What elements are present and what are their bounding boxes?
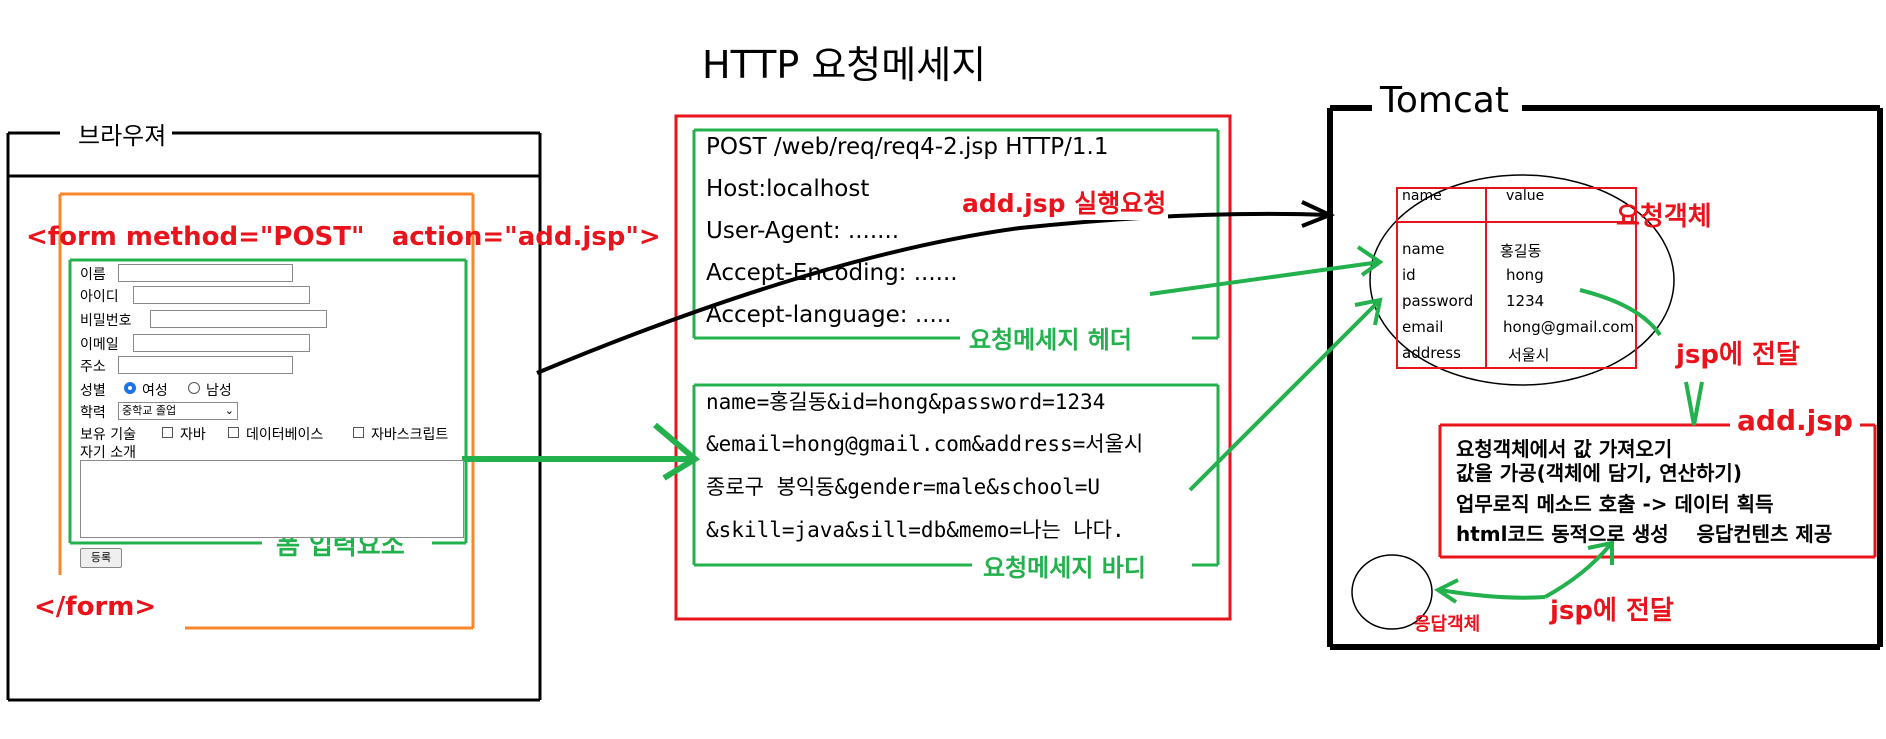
table-row-value: 1234 bbox=[1506, 292, 1545, 310]
male-label: 남성 bbox=[206, 383, 232, 399]
body-label: 요청메세지 바디 bbox=[980, 548, 1149, 583]
table-row-key: address bbox=[1402, 344, 1461, 362]
java-label: 자바 bbox=[180, 427, 206, 443]
body-line: 종로구 봉익동&gender=male&school=U bbox=[706, 475, 1101, 499]
email-input[interactable] bbox=[133, 334, 310, 352]
table-row-key: password bbox=[1402, 292, 1474, 310]
browser-title: 브라우져 bbox=[72, 116, 173, 151]
body-line: &skill=java&sill=db&memo=나는 나다. bbox=[706, 518, 1125, 542]
table-row-key: email bbox=[1402, 318, 1444, 336]
intro-textarea[interactable] bbox=[80, 460, 464, 538]
header-label: 요청메세지 헤더 bbox=[966, 320, 1135, 355]
table-row-value: hong@gmail.com bbox=[1503, 318, 1635, 336]
table-row-value: 서울시 bbox=[1508, 346, 1550, 364]
school-label: 학력 bbox=[80, 405, 106, 421]
form-close-tag: </form> bbox=[34, 592, 157, 622]
table-row-key: id bbox=[1402, 266, 1416, 284]
school-select-value: 중학교 졸업 bbox=[122, 404, 177, 417]
name-input[interactable] bbox=[118, 264, 293, 282]
addjsp-line: 값을 가공(객체에 담기, 연산하기) bbox=[1456, 461, 1742, 485]
gender-label: 성별 bbox=[80, 383, 106, 399]
table-header-name: name bbox=[1402, 188, 1442, 204]
addjsp-line: html코드 동적으로 생성 응답컨텐츠 제공 bbox=[1456, 522, 1833, 546]
body-line: &email=hong@gmail.com&address=서울시 bbox=[706, 432, 1144, 456]
header-line: Accept-language: ..... bbox=[706, 302, 952, 328]
header-to-request-arrow bbox=[1149, 260, 1381, 296]
java-checkbox[interactable] bbox=[162, 427, 173, 438]
address-label: 주소 bbox=[80, 359, 106, 375]
table-row-value: 홍길동 bbox=[1500, 242, 1542, 260]
id-label: 아이디 bbox=[80, 289, 119, 305]
school-select[interactable]: 중학교 졸업 ⌄ bbox=[118, 402, 238, 420]
male-radio[interactable] bbox=[188, 382, 200, 394]
addjsp-label: add.jsp bbox=[1734, 404, 1856, 437]
pass-label-2: jsp에 전달 bbox=[1550, 596, 1674, 626]
js-label: 자바스크립트 bbox=[371, 427, 449, 443]
table-row-key: name bbox=[1402, 240, 1445, 258]
db-label: 데이터베이스 bbox=[246, 427, 324, 443]
tomcat-title: Tomcat bbox=[1376, 80, 1513, 121]
header-line: Host:localhost bbox=[706, 176, 870, 202]
body-line: name=홍길동&id=hong&password=1234 bbox=[706, 390, 1106, 414]
run-request-label: add.jsp 실행요청 bbox=[960, 184, 1169, 220]
table-header-value: value bbox=[1506, 188, 1545, 204]
email-label: 이메일 bbox=[80, 337, 119, 353]
submit-button[interactable]: 등록 bbox=[80, 548, 122, 568]
female-label: 여성 bbox=[142, 383, 168, 399]
chevron-down-icon: ⌄ bbox=[224, 404, 234, 417]
db-checkbox[interactable] bbox=[228, 427, 239, 438]
pass-label-1: jsp에 전달 bbox=[1676, 340, 1800, 370]
header-line: User-Agent: ....... bbox=[706, 218, 900, 244]
addjsp-line: 업무로직 메소드 호출 -> 데이터 획득 bbox=[1456, 492, 1774, 516]
password-input[interactable] bbox=[150, 310, 327, 328]
request-object-label: 요청객체 bbox=[1616, 202, 1712, 232]
js-checkbox[interactable] bbox=[353, 427, 364, 438]
id-input[interactable] bbox=[133, 286, 310, 304]
name-label: 이름 bbox=[80, 267, 106, 283]
table-row-value: hong bbox=[1506, 266, 1544, 284]
address-input[interactable] bbox=[118, 356, 293, 374]
female-radio[interactable] bbox=[124, 382, 136, 394]
response-object-label: 응답객체 bbox=[1414, 614, 1481, 635]
form-open-tag: <form method="POST" action="add.jsp"> bbox=[26, 222, 661, 252]
http-title: HTTP 요청메세지 bbox=[702, 43, 987, 87]
intro-label: 자기 소개 bbox=[80, 445, 136, 461]
header-line: POST /web/req/req4-2.jsp HTTP/1.1 bbox=[706, 134, 1109, 160]
skills-label: 보유 기술 bbox=[80, 427, 136, 443]
password-label: 비밀번호 bbox=[80, 313, 132, 329]
header-line: Accept-Encoding: ...... bbox=[706, 260, 958, 286]
